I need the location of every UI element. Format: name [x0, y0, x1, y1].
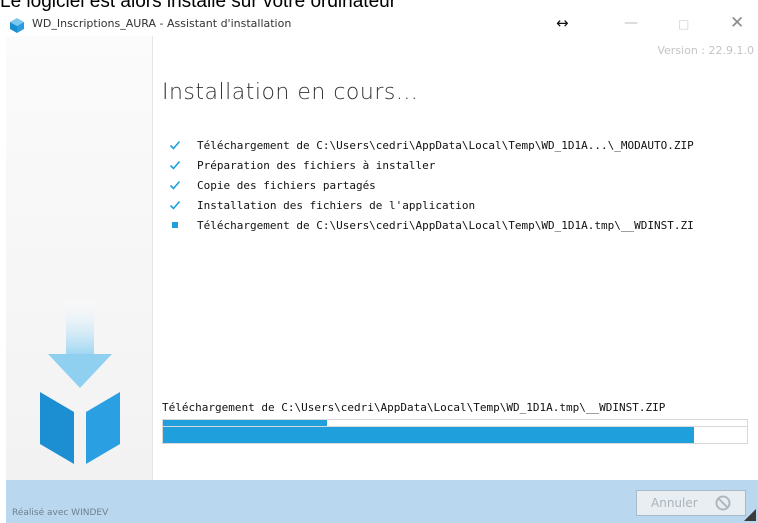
made-with-label: Réalisé avec WINDEV: [12, 508, 109, 518]
checkmark-icon: [169, 200, 181, 210]
step-item: Téléchargement de C:\Users\cedri\AppData…: [169, 138, 758, 158]
step-item: Téléchargement de C:\Users\cedri\AppData…: [169, 218, 758, 238]
cancel-circle-icon: [715, 495, 731, 511]
step-item: Copie des fichiers partagés: [169, 178, 758, 198]
version-label: Version : 22.9.1.0: [657, 44, 754, 57]
checkmark-icon: [169, 140, 181, 150]
progress-status-text: Téléchargement de C:\Users\cedri\AppData…: [162, 401, 666, 414]
step-list: Téléchargement de C:\Users\cedri\AppData…: [169, 138, 758, 238]
overall-progress-bar: [162, 426, 748, 444]
document-snippet: Le logiciel est alors installé sur votre…: [0, 0, 397, 12]
main-content: Version : 22.9.1.0 Installation en cours…: [153, 36, 758, 480]
page-title: Installation en cours...: [162, 80, 419, 105]
overall-progress-fill: [163, 427, 695, 443]
title-bar[interactable]: WD_Inscriptions_AURA - Assistant d'insta…: [0, 13, 758, 36]
in-progress-square-icon: [172, 222, 178, 228]
close-button[interactable]: ✕: [730, 13, 744, 33]
step-item: Préparation des fichiers à installer: [169, 158, 758, 178]
step-label: Téléchargement de C:\Users\cedri\AppData…: [197, 219, 694, 232]
install-download-icon: [40, 300, 120, 464]
cancel-button-label: Annuler: [651, 496, 698, 510]
app-cube-icon: [10, 18, 24, 33]
step-label: Téléchargement de C:\Users\cedri\AppData…: [197, 139, 694, 152]
cancel-button[interactable]: Annuler: [636, 490, 746, 516]
footer-bar: Réalisé avec WINDEV Annuler: [6, 480, 758, 523]
step-item: Installation des fichiers de l'applicati…: [169, 198, 758, 218]
step-label: Installation des fichiers de l'applicati…: [197, 199, 476, 212]
maximize-button[interactable]: □: [678, 17, 689, 31]
resize-grip-icon[interactable]: [744, 509, 756, 521]
minimize-button[interactable]: —: [624, 15, 638, 31]
step-label: Préparation des fichiers à installer: [197, 159, 436, 172]
resize-arrow-icon: ↔: [556, 14, 569, 32]
document-text-strip: Le logiciel est alors installé sur votre…: [0, 0, 758, 14]
step-label: Copie des fichiers partagés: [197, 179, 376, 192]
checkmark-icon: [169, 180, 181, 190]
checkmark-icon: [169, 160, 181, 170]
sidebar-panel: [6, 36, 153, 480]
window-title: WD_Inscriptions_AURA - Assistant d'insta…: [32, 17, 292, 30]
